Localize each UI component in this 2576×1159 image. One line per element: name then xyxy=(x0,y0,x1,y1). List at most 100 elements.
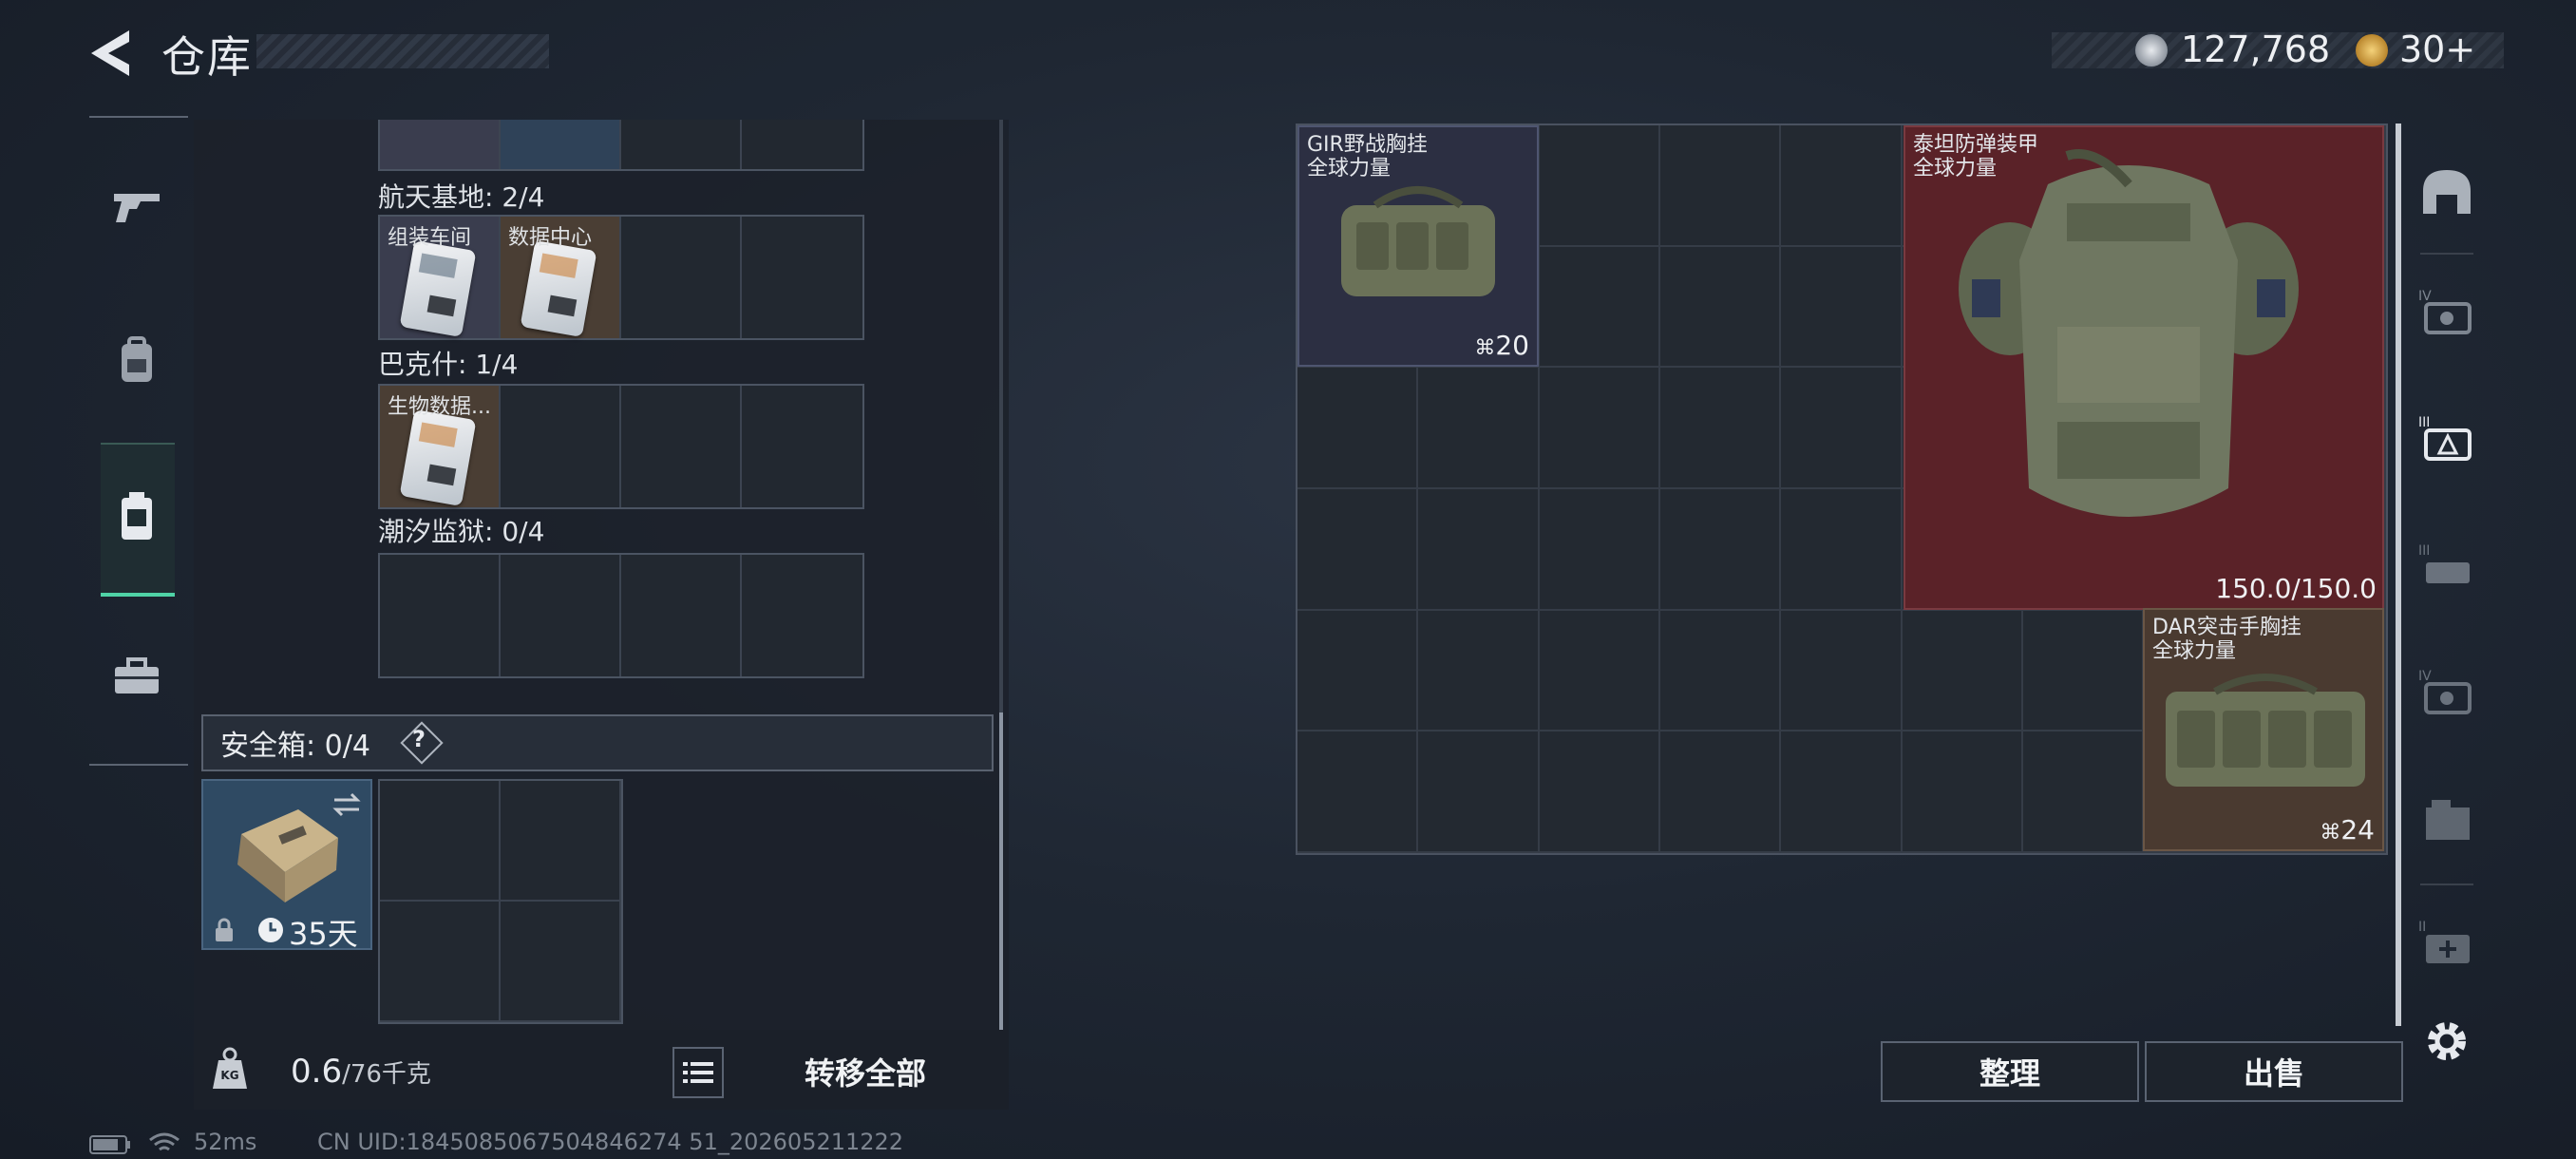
grid-cell[interactable] xyxy=(1297,732,1419,853)
armor-tier-iii-icon: III xyxy=(2418,415,2472,461)
keycard-slot[interactable]: 数据中心 xyxy=(501,217,621,338)
add-slot[interactable]: II xyxy=(2411,906,2483,978)
grid-cell[interactable] xyxy=(1660,368,1782,489)
sidebar-toolbox[interactable] xyxy=(99,638,175,714)
sidebar-backpack[interactable] xyxy=(99,323,175,399)
empty-slot[interactable] xyxy=(501,386,621,507)
currency-secondary: 30+ xyxy=(2399,28,2476,70)
weight-current: 0.6 xyxy=(291,1053,343,1091)
armor-tier-iv-icon: IV xyxy=(2418,669,2472,714)
sort-button[interactable]: 整理 xyxy=(1881,1041,2139,1102)
item-capacity: ⌘20 xyxy=(1474,330,1529,361)
lock-icon xyxy=(216,918,233,941)
empty-slot[interactable] xyxy=(621,555,742,676)
safe-slot[interactable] xyxy=(501,781,621,902)
safe-box-grid xyxy=(378,779,623,1024)
helmet-slot[interactable] xyxy=(2411,156,2483,228)
left-scrollbar[interactable] xyxy=(999,712,1003,1030)
grid-cell[interactable] xyxy=(1902,732,2023,853)
item-name: DAR突击手胸挂 全球力量 xyxy=(2152,616,2301,663)
empty-slot[interactable] xyxy=(621,217,742,338)
grid-cell[interactable] xyxy=(1781,732,1903,853)
battery-icon xyxy=(89,1135,130,1154)
grid-cell[interactable] xyxy=(1660,489,1782,611)
grid-cell[interactable] xyxy=(1297,610,1419,732)
page-title: 仓库 xyxy=(161,31,253,83)
sell-button[interactable]: 出售 xyxy=(2145,1041,2403,1102)
keycard-slot[interactable]: 生物数据... xyxy=(380,386,501,507)
inventory-item-gir-rig[interactable]: GIR野战胸挂 全球力量 ⌘20 xyxy=(1297,125,1539,367)
safe-case-item[interactable]: 35天 xyxy=(201,779,372,952)
backpack-slot-iii[interactable]: III xyxy=(2411,530,2483,602)
grid-cell[interactable] xyxy=(1781,246,1903,369)
grid-cell[interactable] xyxy=(1539,368,1660,489)
grid-cell[interactable] xyxy=(1660,125,1782,247)
slot-row-tidal-prison xyxy=(378,553,864,678)
weight-icon: KG xyxy=(213,1047,247,1089)
title-decoration xyxy=(256,34,549,68)
settings-button[interactable] xyxy=(2411,1005,2483,1077)
back-arrow-icon[interactable] xyxy=(87,27,135,80)
safe-slot[interactable] xyxy=(380,902,501,1022)
grid-cell[interactable] xyxy=(1660,246,1782,369)
uid-readout: CN UID:1845085067504846274 51_2026052112… xyxy=(317,1129,904,1155)
grid-cell[interactable] xyxy=(1781,489,1903,611)
grid-cell[interactable] xyxy=(1539,489,1660,611)
safe-slot[interactable] xyxy=(501,902,621,1022)
inventory-item-titan-armor[interactable]: 泰坦防弹装甲 全球力量 150.0/150.0 xyxy=(1904,125,2384,610)
weight-max: /76千克 xyxy=(342,1060,431,1089)
slot[interactable] xyxy=(501,120,621,169)
section-label-tidal-prison: 潮汐监狱: 0/4 xyxy=(378,516,545,547)
safe-slot[interactable] xyxy=(380,781,501,902)
right-scrollbar[interactable] xyxy=(2396,124,2401,1026)
empty-slot[interactable] xyxy=(380,555,501,676)
list-view-button[interactable] xyxy=(672,1047,724,1098)
empty-slot[interactable] xyxy=(621,386,742,507)
slot-row-aerospace: 组装车间 数据中心 xyxy=(378,215,864,340)
grid-cell[interactable] xyxy=(1781,368,1903,489)
right-sidebar: IV III III IV II xyxy=(2411,124,2483,1112)
grid-cell[interactable] xyxy=(1539,125,1660,247)
armor-slot-iv[interactable]: IV xyxy=(2411,276,2483,348)
sidebar-safe-box[interactable] xyxy=(99,479,175,555)
armor-slot-iii-active[interactable]: III xyxy=(2411,403,2483,475)
grid-cell[interactable] xyxy=(1418,732,1540,853)
chest-rig-icon xyxy=(1341,186,1495,296)
keycard-icon xyxy=(399,239,477,338)
grid-cell[interactable] xyxy=(1418,368,1540,489)
wifi-icon xyxy=(149,1132,180,1151)
grid-cell[interactable] xyxy=(2023,610,2145,732)
slot-row-bakhsh: 生物数据... xyxy=(378,384,864,509)
grid-cell[interactable] xyxy=(1781,125,1903,247)
grid-cell[interactable] xyxy=(1539,246,1660,369)
sidebar-weapons[interactable] xyxy=(99,167,175,243)
swap-icon xyxy=(332,792,361,817)
grid-cell[interactable] xyxy=(1418,489,1540,611)
grid-cell[interactable] xyxy=(1660,610,1782,732)
empty-slot[interactable] xyxy=(742,217,862,338)
grid-cell[interactable] xyxy=(2023,732,2145,853)
grid-cell[interactable] xyxy=(1781,610,1903,732)
grid-cell[interactable] xyxy=(1297,368,1419,489)
svg-text:III: III xyxy=(2418,543,2430,559)
grid-cell[interactable] xyxy=(1660,732,1782,853)
grid-cell[interactable] xyxy=(1418,610,1540,732)
inventory-item-dar-rig[interactable]: DAR突击手胸挂 全球力量 ⌘24 xyxy=(2143,608,2384,851)
grid-cell[interactable] xyxy=(1539,732,1660,853)
empty-slot[interactable] xyxy=(501,555,621,676)
grid-cell[interactable] xyxy=(1297,489,1419,611)
slot[interactable] xyxy=(621,120,742,169)
transfer-all-button[interactable]: 转移全部 xyxy=(735,1043,995,1100)
container-slot[interactable] xyxy=(2411,783,2483,855)
grid-cell[interactable] xyxy=(1902,610,2023,732)
grid-cell[interactable] xyxy=(1539,610,1660,732)
slot[interactable] xyxy=(380,120,501,169)
empty-slot[interactable] xyxy=(742,555,862,676)
keycard-slot[interactable]: 组装车间 xyxy=(380,217,501,338)
gold-coin-icon xyxy=(2356,34,2388,66)
armor-slot-iv-2[interactable]: IV xyxy=(2411,656,2483,728)
empty-slot[interactable] xyxy=(742,386,862,507)
backpack-icon xyxy=(122,336,152,382)
slot[interactable] xyxy=(742,120,862,169)
safe-box-label: 安全箱: 0/4 xyxy=(220,730,370,763)
